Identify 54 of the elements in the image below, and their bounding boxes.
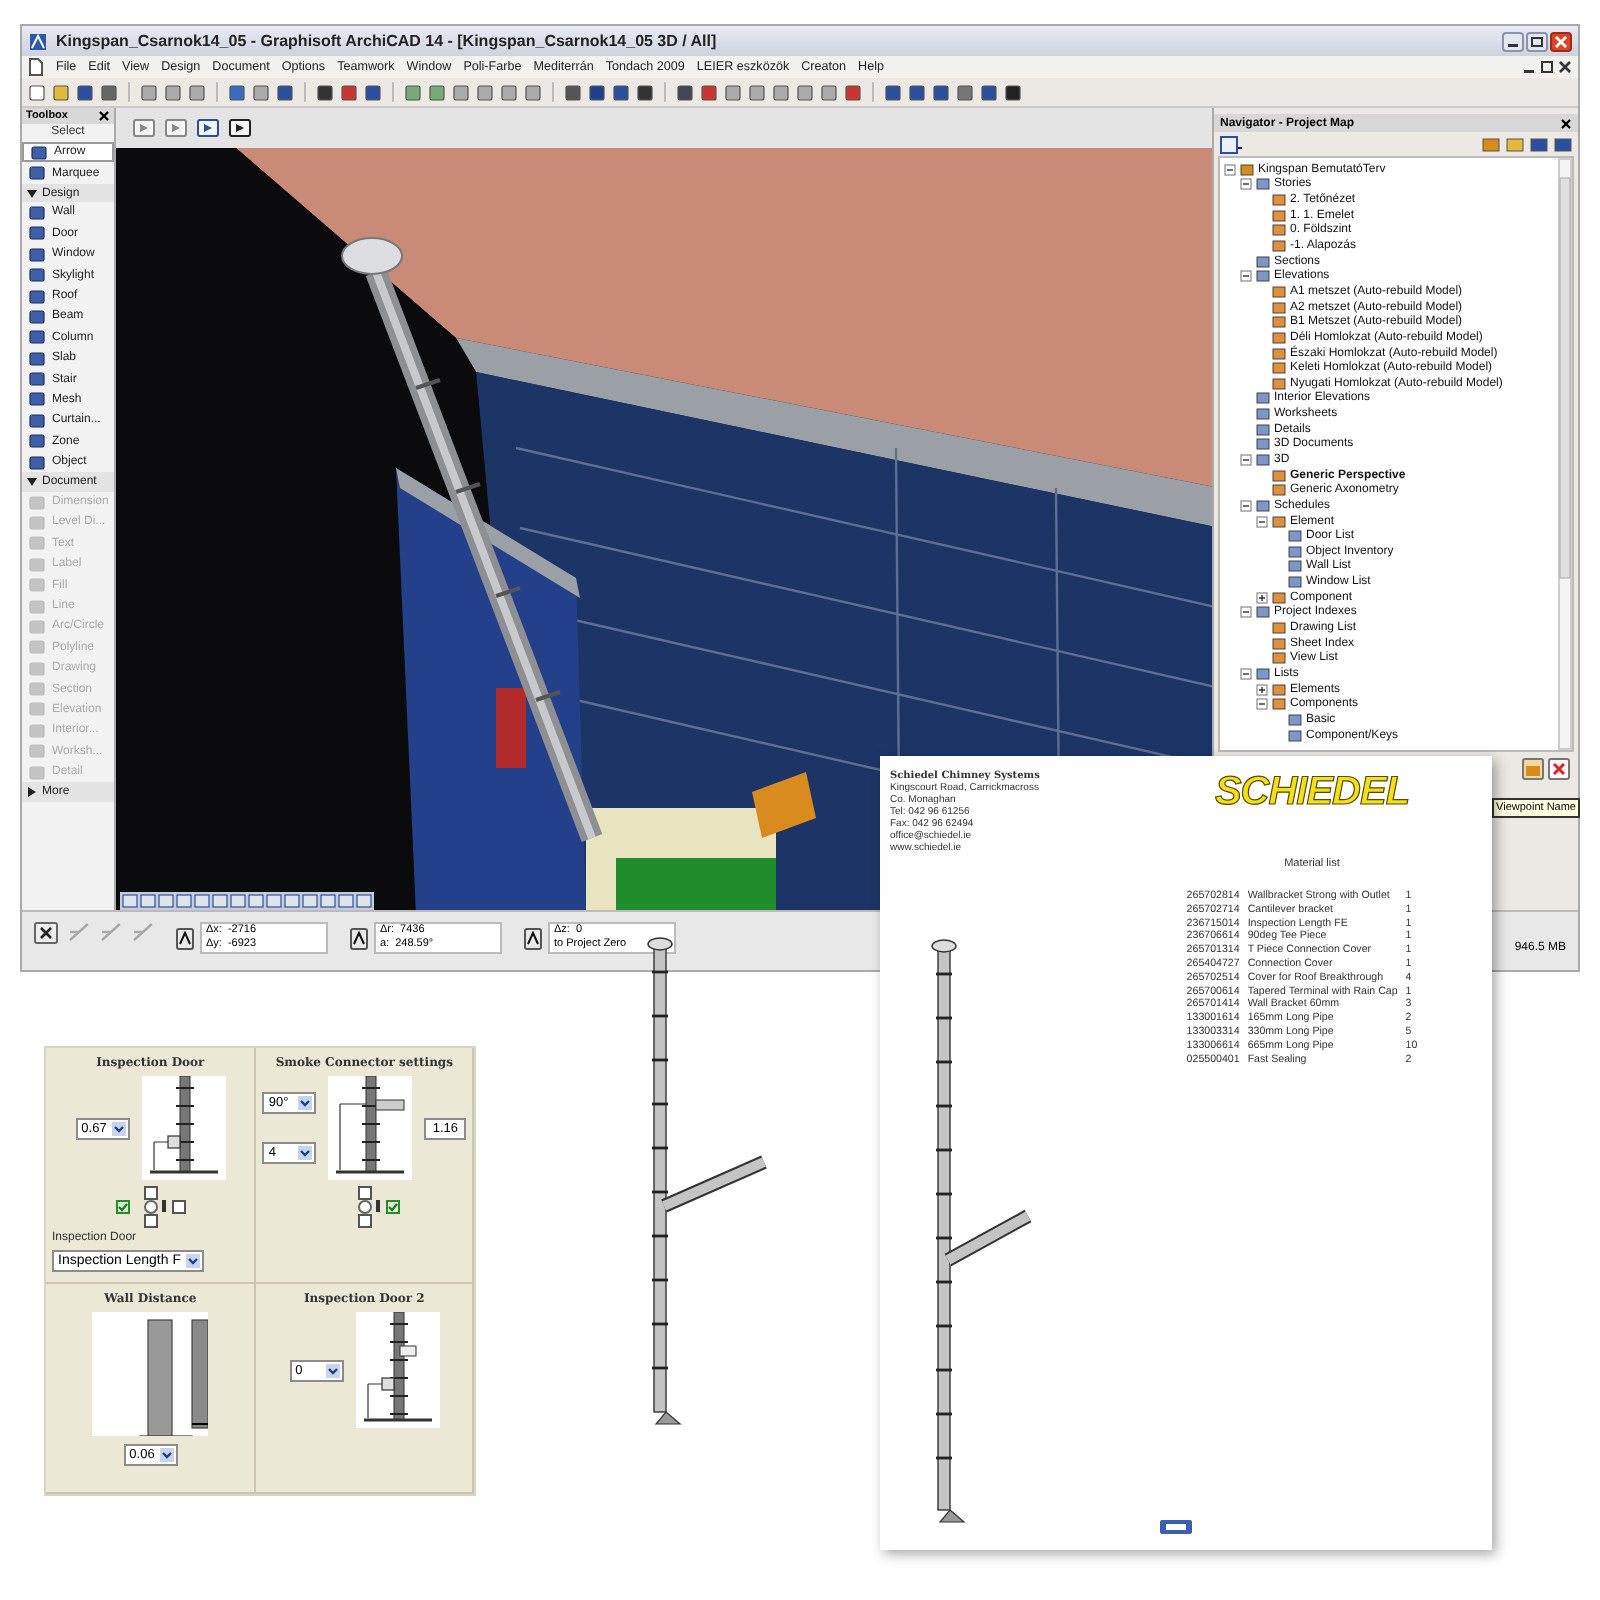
- check-icon: [388, 1202, 399, 1212]
- pipe-symbol: [162, 1200, 167, 1212]
- collapse-icon[interactable]: [1240, 270, 1252, 283]
- close-icon[interactable]: [98, 110, 110, 122]
- caret-icon: [185, 1254, 199, 1268]
- collapse-icon[interactable]: [1240, 667, 1252, 680]
- chimney-diagram-drawing: [92, 1312, 209, 1436]
- caret-icon: [159, 1448, 174, 1462]
- expand-icon[interactable]: [1256, 591, 1268, 604]
- checkbox[interactable]: [144, 1186, 159, 1200]
- company-logo: SCHIEDEL: [1214, 770, 1410, 814]
- collapse-icon[interactable]: [1240, 499, 1252, 512]
- caret-icon: [325, 1363, 340, 1377]
- checkbox[interactable]: [386, 1200, 401, 1214]
- radio-button[interactable]: [358, 1200, 373, 1214]
- collapse-icon[interactable]: [1240, 606, 1252, 619]
- checkbox[interactable]: [116, 1200, 131, 1214]
- window-title: Kingspan_Csarnok14_05 - Graphisoft ArchiCAD 14 - [Kingspan_Csarnok14_05 3D / All]: [56, 32, 717, 50]
- close-icon[interactable]: [1558, 60, 1572, 74]
- collapse-icon[interactable]: [1224, 163, 1236, 176]
- folder-icon[interactable]: [1522, 758, 1544, 780]
- checkbox[interactable]: [358, 1186, 373, 1200]
- caret-icon: [111, 1121, 126, 1135]
- logo-icon: [1160, 1520, 1192, 1534]
- delete-icon[interactable]: [1548, 758, 1570, 780]
- checkbox[interactable]: [358, 1214, 373, 1228]
- document-icon: [28, 58, 44, 76]
- check-icon: [118, 1202, 129, 1212]
- minimize-icon[interactable]: [1502, 31, 1524, 51]
- expand-icon[interactable]: [1256, 683, 1268, 696]
- collapse-icon[interactable]: [1256, 515, 1268, 528]
- close-icon[interactable]: [34, 922, 58, 944]
- scrollbar[interactable]: [1558, 158, 1572, 750]
- restore-icon[interactable]: [1540, 60, 1554, 74]
- caret-icon: [298, 1096, 313, 1110]
- collapse-icon[interactable]: [1256, 698, 1268, 711]
- tree-node-icon: [1272, 347, 1286, 359]
- pipe-symbol: [376, 1200, 381, 1212]
- app-logo-icon: [28, 31, 48, 51]
- caret-icon: [298, 1146, 313, 1160]
- checkbox[interactable]: [172, 1200, 187, 1214]
- toolbar-icon[interactable]: [228, 117, 252, 138]
- restore-icon[interactable]: [1526, 31, 1548, 51]
- tree-node-icon: [1288, 729, 1302, 742]
- collapse-icon[interactable]: [1240, 178, 1252, 191]
- chimney-diagram-drawing: [141, 1076, 226, 1180]
- close-icon[interactable]: [1550, 31, 1572, 51]
- radio-button[interactable]: [144, 1200, 159, 1214]
- collapse-icon[interactable]: [1240, 453, 1252, 466]
- close-icon[interactable]: [1560, 117, 1572, 129]
- chimney-diagram-drawing: [355, 1312, 440, 1428]
- checkbox[interactable]: [144, 1214, 159, 1228]
- toolbar-icon[interactable]: [196, 117, 220, 138]
- chimney-diagram-drawing: [328, 1076, 413, 1180]
